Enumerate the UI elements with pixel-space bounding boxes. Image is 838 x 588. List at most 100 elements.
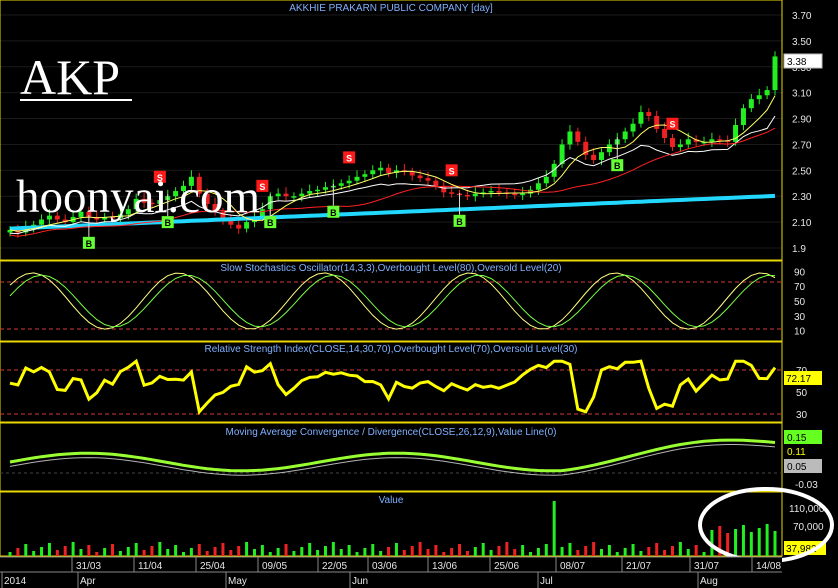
candle-body <box>709 139 715 142</box>
candle-body <box>748 99 754 109</box>
value-bar <box>521 545 525 556</box>
month-tick: 2014 <box>4 576 27 587</box>
last-price-tag: 3.38 <box>783 53 823 69</box>
price-tick: 3.70 <box>792 11 812 22</box>
value-bar <box>229 550 233 556</box>
month-tick: Apr <box>80 576 96 587</box>
value-bar <box>276 548 280 556</box>
price-tick: 2.30 <box>792 192 812 203</box>
value-bar <box>197 544 201 556</box>
stoch-tick: 50 <box>794 297 806 308</box>
value-bar <box>458 544 462 556</box>
candle-body <box>283 193 289 197</box>
value-bar <box>418 542 422 556</box>
value-bar <box>765 524 769 556</box>
value-bar <box>663 550 667 556</box>
price-tick: 2.10 <box>792 218 812 229</box>
site-watermark: hoonyai.com <box>16 171 260 223</box>
signal-label: B <box>330 208 337 218</box>
candle-body <box>654 115 660 129</box>
value-bar <box>32 551 36 556</box>
value-bar <box>529 552 533 556</box>
value-bar <box>410 546 414 556</box>
value-bar <box>465 551 469 556</box>
candle-body <box>740 108 746 126</box>
candle-body <box>512 193 518 196</box>
stoch-tick: 90 <box>794 267 806 278</box>
value-bar <box>450 548 454 556</box>
stochastic-axis: 90 70 50 30 10 <box>794 267 806 337</box>
candle-body <box>520 193 526 196</box>
price-tick: 2.90 <box>792 115 812 126</box>
value-bar <box>379 551 383 556</box>
price-tick: 2.50 <box>792 166 812 177</box>
value-bar <box>331 542 335 556</box>
value-bar <box>402 550 406 556</box>
value-bar <box>670 546 674 556</box>
value-bar <box>749 532 753 556</box>
value-bar <box>426 549 430 556</box>
value-title: Value <box>379 495 404 506</box>
value-bar <box>678 542 682 556</box>
candle-body <box>417 175 423 179</box>
value-bar <box>387 547 391 556</box>
value-bar <box>166 549 170 556</box>
value-bar <box>237 546 241 556</box>
candle-body <box>535 183 541 190</box>
candle-body <box>386 167 392 173</box>
date-tick: 11/04 <box>138 561 163 572</box>
rsi-title: Relative Strength Index(CLOSE,14,30,70),… <box>205 344 578 355</box>
value-bar <box>260 545 264 556</box>
value-bar <box>316 550 320 556</box>
value-bar <box>111 544 115 556</box>
value-bar <box>734 529 738 556</box>
value-bar <box>71 542 75 556</box>
value-bar <box>363 548 367 556</box>
rsi-line <box>9 358 777 416</box>
value-bar <box>615 552 619 556</box>
candle-body <box>433 180 439 186</box>
value-bar <box>24 544 28 556</box>
value-bar <box>221 543 225 556</box>
candle-body <box>638 112 644 124</box>
candle-body <box>717 139 723 141</box>
value-bar <box>473 547 477 556</box>
chart-title: AKKHIE PRAKARN PUBLIC COMPANY [day] <box>289 3 493 14</box>
candle-body <box>449 192 455 194</box>
value-bar <box>252 549 256 556</box>
candle-body <box>338 183 344 186</box>
price-axis: 3.703.503.303.102.902.702.502.302.101.9 <box>792 11 812 255</box>
date-tick: 03/06 <box>372 561 397 572</box>
value-bar <box>371 544 375 556</box>
candle-body <box>575 131 581 142</box>
last-price-label: 3.38 <box>787 57 807 68</box>
stoch-tick: 70 <box>794 282 806 293</box>
date-tick: 21/07 <box>626 561 651 572</box>
value-bar <box>568 543 572 556</box>
ticker-watermark: AKP <box>20 49 120 105</box>
value-bar <box>544 544 548 556</box>
value-bar <box>8 552 12 556</box>
value-bar <box>513 549 517 556</box>
rsi-last-tag: 72.17 <box>784 371 822 385</box>
candle-body <box>598 152 604 160</box>
value-bar <box>623 548 627 556</box>
value-bar <box>40 547 44 556</box>
date-tick: 31/03 <box>76 561 101 572</box>
candle-body <box>322 187 328 190</box>
signal-label: B <box>614 161 621 171</box>
value-bar <box>560 547 564 556</box>
date-tick: 25/04 <box>200 561 225 572</box>
value-bar <box>268 552 272 556</box>
date-tick: 25/06 <box>494 561 519 572</box>
value-bar <box>773 531 777 556</box>
stochastic-title: Slow Stochastics Oscillator(14,3,3),Over… <box>220 263 561 274</box>
macd-line <box>9 438 776 473</box>
value-bar <box>134 543 138 556</box>
candle-body <box>346 180 352 184</box>
value-bar <box>142 550 146 556</box>
candle-body <box>425 178 431 181</box>
date-tick: 31/07 <box>694 561 719 572</box>
candle-body <box>622 131 628 140</box>
signal-label: B <box>456 217 463 227</box>
